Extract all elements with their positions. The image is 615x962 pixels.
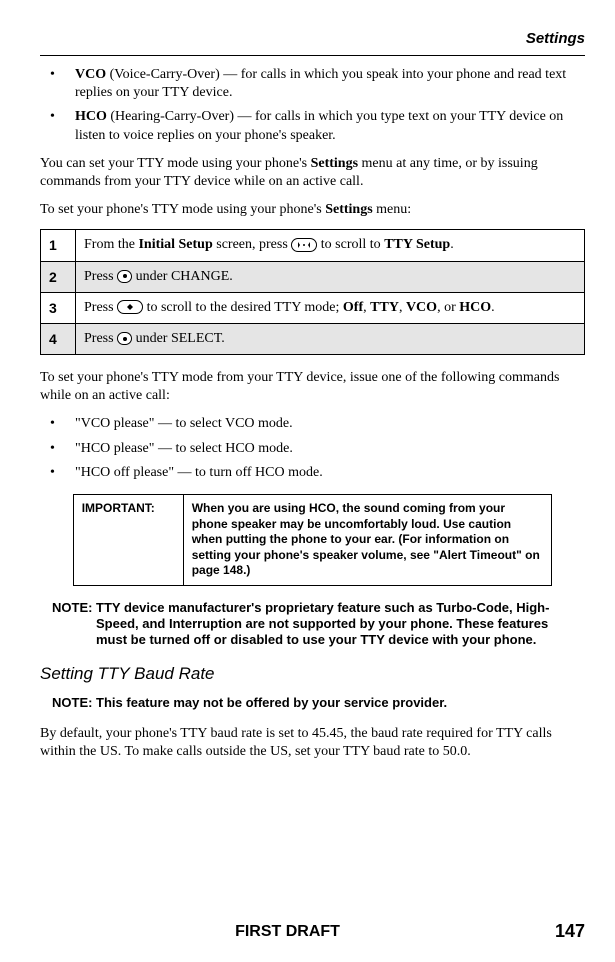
- step-row: 3Press to scroll to the desired TTY mode…: [41, 292, 585, 323]
- step-number: 2: [41, 261, 76, 292]
- bullet-cmd-vco: "VCO please" — to select VCO mode.: [50, 415, 585, 433]
- para-set-from-device: To set your phone's TTY mode from your T…: [40, 369, 585, 405]
- hco-abbr: HCO: [75, 109, 107, 124]
- step-number: 1: [41, 230, 76, 261]
- para-baud: By default, your phone's TTY baud rate i…: [40, 725, 585, 761]
- note-manufacturer: NOTE: TTY device manufacturer's propriet…: [48, 600, 581, 649]
- step-text: Press under SELECT.: [76, 323, 585, 354]
- nav-updown-icon: [117, 300, 143, 314]
- step-text: Press to scroll to the desired TTY mode;…: [76, 292, 585, 323]
- para-set-mode-2: To set your phone's TTY mode using your …: [40, 201, 585, 219]
- section-header: Settings: [40, 30, 585, 47]
- step-number: 4: [41, 323, 76, 354]
- para-set-mode-1: You can set your TTY mode using your pho…: [40, 155, 585, 191]
- nav-scroll-icon: [291, 238, 317, 252]
- feature-bullets: VCO (Voice-Carry-Over) — for calls in wh…: [40, 66, 585, 145]
- vco-text: (Voice-Carry-Over) — for calls in which …: [75, 67, 566, 100]
- footer: FIRST DRAFT 147: [0, 921, 585, 942]
- step-number: 3: [41, 292, 76, 323]
- body-content: VCO (Voice-Carry-Over) — for calls in wh…: [40, 66, 585, 761]
- step-row: 2Press under CHANGE.: [41, 261, 585, 292]
- important-box: IMPORTANT: When you are using HCO, the s…: [73, 494, 553, 586]
- bullet-hco: HCO (Hearing-Carry-Over) — for calls in …: [50, 108, 585, 144]
- footer-page-number: 147: [535, 921, 585, 942]
- step-text: From the Initial Setup screen, press to …: [76, 230, 585, 261]
- important-text: When you are using HCO, the sound coming…: [183, 495, 552, 586]
- step-row: 4Press under SELECT.: [41, 323, 585, 354]
- softkey-icon: [117, 270, 132, 283]
- vco-abbr: VCO: [75, 67, 106, 82]
- bullet-cmd-hco: "HCO please" — to select HCO mode.: [50, 440, 585, 458]
- header-rule: [40, 55, 585, 56]
- note-provider: NOTE: This feature may not be offered by…: [48, 695, 581, 711]
- bullet-vco: VCO (Voice-Carry-Over) — for calls in wh…: [50, 66, 585, 102]
- footer-center: FIRST DRAFT: [40, 923, 535, 941]
- command-bullets: "VCO please" — to select VCO mode. "HCO …: [40, 415, 585, 482]
- softkey-icon: [117, 332, 132, 345]
- subheading-baud: Setting TTY Baud Rate: [40, 663, 585, 685]
- hco-text: (Hearing-Carry-Over) — for calls in whic…: [75, 109, 563, 142]
- step-row: 1From the Initial Setup screen, press to…: [41, 230, 585, 261]
- important-label: IMPORTANT:: [73, 495, 183, 586]
- step-text: Press under CHANGE.: [76, 261, 585, 292]
- bullet-cmd-hco-off: "HCO off please" — to turn off HCO mode.: [50, 464, 585, 482]
- steps-table: 1From the Initial Setup screen, press to…: [40, 229, 585, 355]
